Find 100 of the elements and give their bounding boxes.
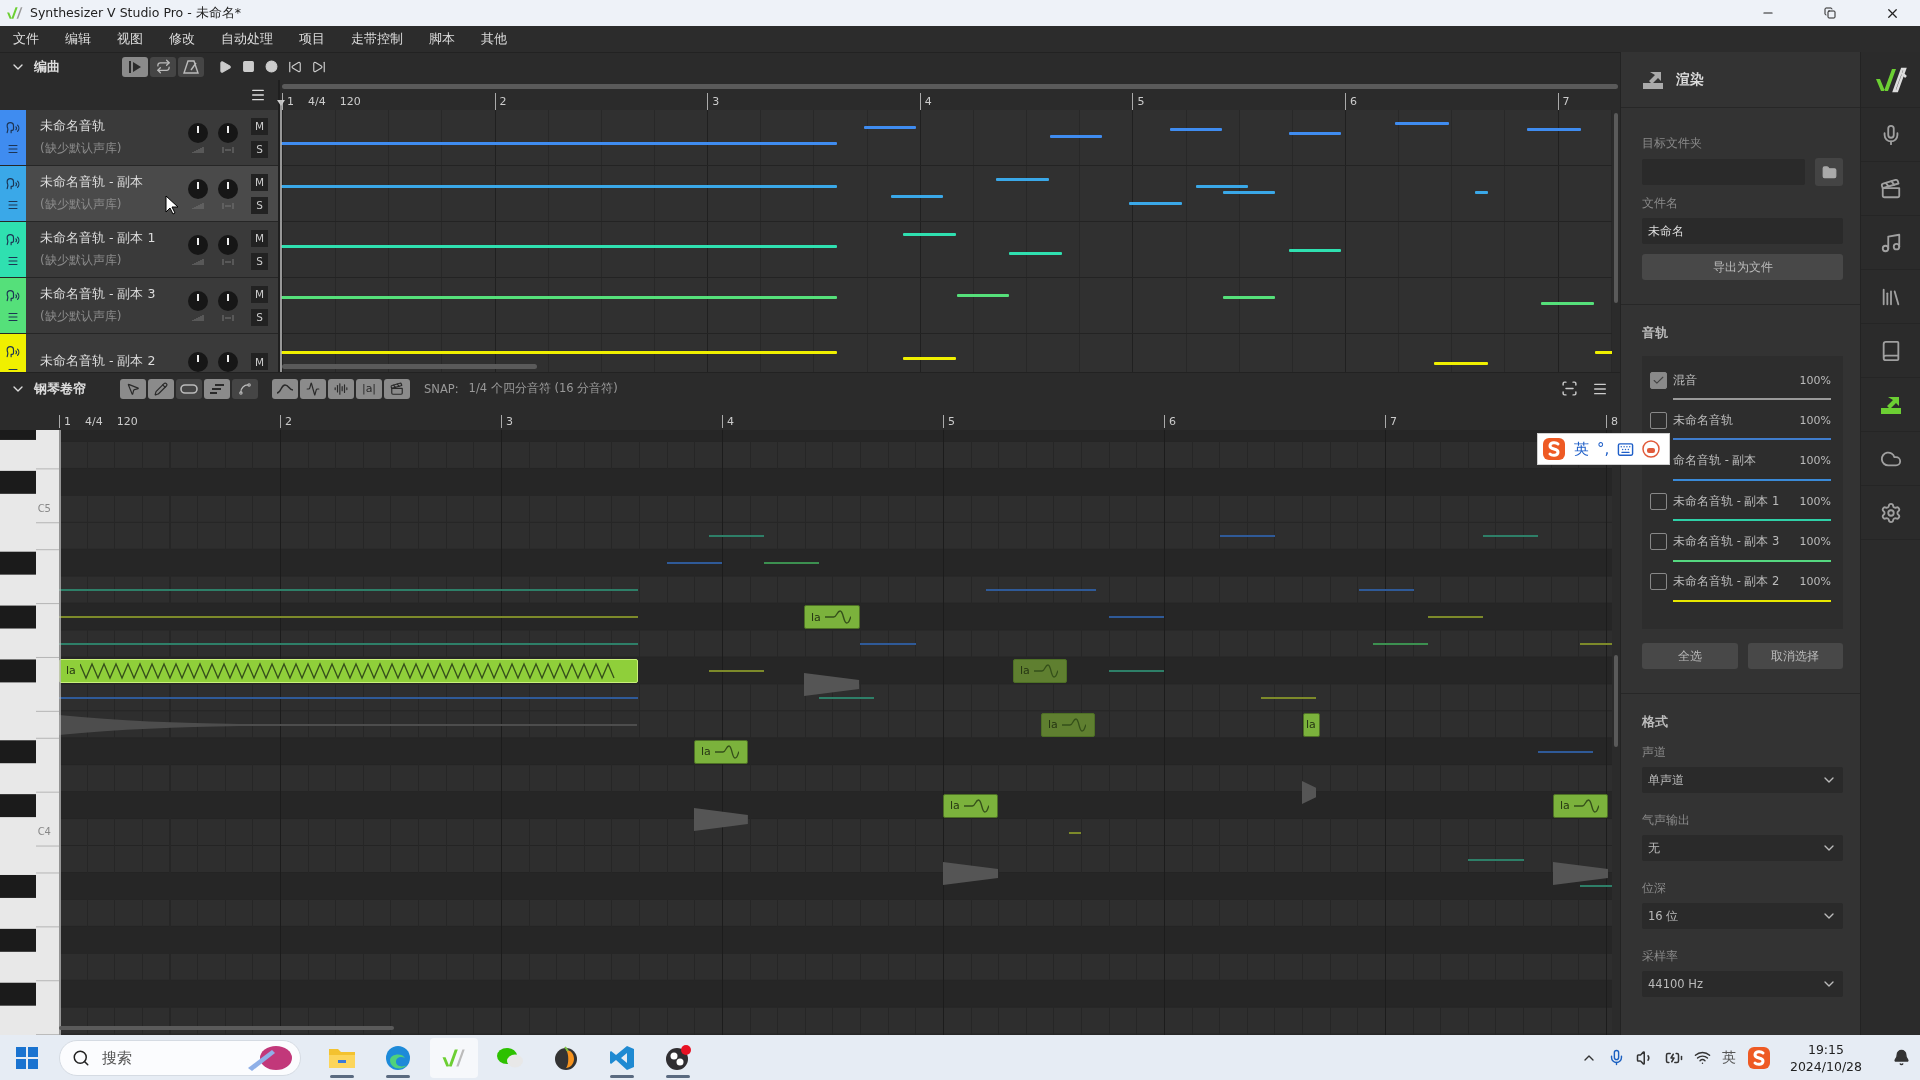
track-header[interactable]: 未命名音轨 - 副本 3 (缺少默认声库) M S — [0, 278, 278, 334]
clock-date: 2024/10/28 — [1789, 1057, 1862, 1075]
menu-item[interactable]: 项目 — [286, 30, 338, 48]
window-title: Synthesizer V Studio Pro - 未命名* — [30, 4, 242, 22]
select-all-button[interactable]: 全选 — [1642, 643, 1738, 669]
measure-number: 7 — [1390, 415, 1397, 428]
note-lyric: la — [811, 610, 821, 624]
clock-time: 19:15 — [1807, 1040, 1844, 1058]
track-name: 未命名音轨 - 副本 — [40, 174, 144, 191]
input-language[interactable]: 英 — [1721, 1048, 1736, 1067]
note-block[interactable]: la — [694, 739, 748, 764]
track-name: 未命名音轨 — [40, 118, 105, 135]
dropdown[interactable]: 44100 Hz — [1642, 971, 1843, 997]
volume-reading: 100% — [1799, 373, 1831, 387]
solo-button[interactable]: S — [251, 196, 268, 214]
dropdown[interactable]: 无 — [1642, 835, 1843, 861]
menu-item[interactable]: 文件 — [0, 30, 52, 48]
volume-reading: 100% — [1799, 454, 1831, 468]
measure-number: 1 — [287, 95, 294, 108]
section-title: 格式 — [1642, 714, 1669, 731]
field-label: 文件名 — [1642, 196, 1679, 211]
time-signature: 4/4 — [85, 415, 103, 428]
tempo: 120 — [339, 95, 361, 108]
note-block[interactable]: la — [59, 658, 638, 683]
filename-field[interactable]: 未命名 — [1642, 218, 1843, 244]
snap-value: 1/4 个四分音符 (16 分音符) — [468, 381, 619, 396]
measure-number: 2 — [499, 95, 507, 108]
solo-button[interactable]: S — [251, 252, 268, 270]
note-block[interactable]: la — [943, 793, 998, 818]
measure-number: 2 — [285, 415, 292, 428]
note-lyric: la — [950, 799, 960, 813]
menu-item[interactable]: 自动处理 — [208, 30, 286, 48]
search-field[interactable]: 搜索 — [59, 1039, 301, 1076]
field-label: 声道 — [1642, 745, 1667, 760]
search-input[interactable]: 搜索 — [100, 1047, 236, 1068]
track-name: 未命名音轨 - 副本 1 — [1673, 493, 1781, 509]
mute-button[interactable]: M — [251, 173, 268, 191]
track-header[interactable]: 未命名音轨 - 副本 (缺少默认声库) M S — [0, 166, 278, 222]
note-block[interactable]: la — [1553, 793, 1608, 818]
measure-number: 5 — [1137, 95, 1145, 108]
volume-reading: 100% — [1799, 535, 1831, 549]
field-label: 气声输出 — [1642, 813, 1691, 828]
field-label: 目标文件夹 — [1642, 136, 1703, 151]
track-name: 未命名音轨 - 副本 2 — [40, 353, 156, 370]
measure-number: 1 — [64, 415, 71, 428]
key-label: C4 — [37, 826, 51, 838]
measure-number: 6 — [1349, 95, 1357, 108]
note-lyric: la — [701, 745, 711, 759]
mute-button[interactable]: M — [251, 353, 268, 370]
menu-item[interactable]: 视图 — [104, 30, 156, 48]
track-name: 未命名音轨 — [1673, 412, 1734, 428]
track-header[interactable]: 未命名音轨 - 副本 2 M — [0, 334, 278, 372]
field-label: 位深 — [1642, 881, 1667, 896]
menu-item[interactable]: 修改 — [156, 30, 208, 48]
voicebank-status: (缺少默认声库) — [40, 196, 122, 213]
track-header[interactable]: 未命名音轨 (缺少默认声库) M S — [0, 110, 278, 166]
section-title: 音轨 — [1642, 325, 1669, 342]
mute-button[interactable]: M — [251, 229, 268, 247]
mute-button[interactable]: M — [251, 117, 268, 135]
volume-reading: 100% — [1799, 494, 1831, 508]
track-name: 命名音轨 - 副本 — [1673, 453, 1758, 469]
dropdown[interactable]: 16 位 — [1642, 903, 1843, 929]
mute-button[interactable]: M — [251, 285, 268, 303]
voicebank-status: (缺少默认声库) — [40, 140, 122, 157]
track-name: 未命名音轨 - 副本 3 — [1673, 534, 1781, 550]
solo-button[interactable]: S — [251, 308, 268, 326]
note-block[interactable]: la — [1303, 712, 1320, 737]
snap-label: SNAP: — [424, 381, 459, 396]
view-toggle[interactable]: |a| — [356, 378, 382, 399]
section-title: 编曲 — [34, 57, 60, 76]
section-title: 钢琴卷帘 — [34, 379, 86, 398]
voicebank-status: (缺少默认声库) — [40, 252, 122, 269]
track-name: 未命名音轨 - 副本 1 — [40, 230, 156, 247]
menu-item[interactable]: 编辑 — [52, 30, 104, 48]
tempo: 120 — [116, 415, 138, 428]
menu-item[interactable]: 走带控制 — [338, 30, 416, 48]
measure-number: 3 — [506, 415, 513, 428]
menu-item[interactable]: 其他 — [468, 30, 520, 48]
time-signature: 4/4 — [308, 95, 326, 108]
field-label: 采样率 — [1642, 949, 1679, 964]
track-name: 未命名音轨 - 副本 2 — [1673, 574, 1781, 590]
export-button[interactable]: 导出为文件 — [1642, 254, 1843, 280]
measure-number: 3 — [712, 95, 720, 108]
note-lyric: la — [1048, 718, 1058, 732]
note-block[interactable]: la — [804, 605, 860, 630]
deselect-button[interactable]: 取消选择 — [1747, 643, 1843, 669]
measure-number: 4 — [727, 415, 734, 428]
panel-title: 渲染 — [1676, 70, 1704, 89]
measure-number: 7 — [1562, 95, 1570, 108]
solo-button[interactable]: S — [251, 140, 268, 158]
measure-number: 6 — [1169, 415, 1176, 428]
ime-mode[interactable]: 英 — [1574, 439, 1589, 459]
menu-item[interactable]: 脚本 — [416, 30, 468, 48]
volume-reading: 100% — [1799, 575, 1831, 589]
voicebank-status: (缺少默认声库) — [40, 308, 122, 325]
key-label: C5 — [37, 502, 51, 514]
track-header[interactable]: 未命名音轨 - 副本 1 (缺少默认声库) M S — [0, 222, 278, 278]
clock[interactable]: 19:15 2024/10/28 — [1789, 1040, 1862, 1075]
dropdown[interactable]: 单声道 — [1642, 767, 1843, 793]
punctuation-mode[interactable]: °, — [1597, 440, 1610, 458]
